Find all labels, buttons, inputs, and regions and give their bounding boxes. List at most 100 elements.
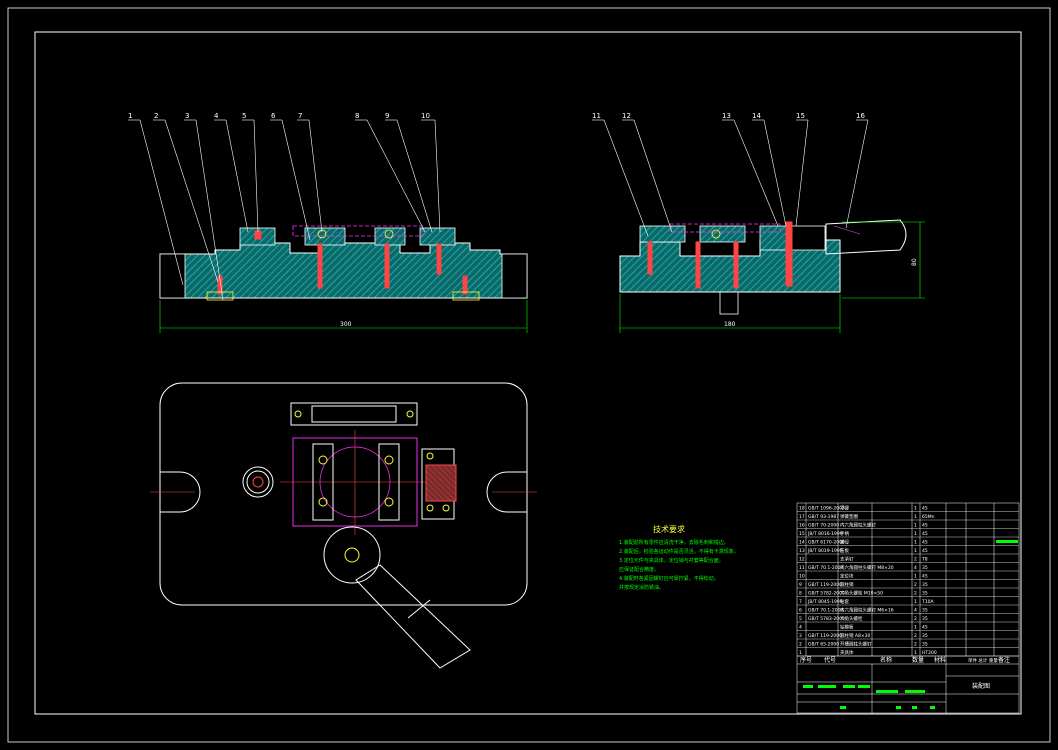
bom-cell-no: 2 — [799, 642, 802, 648]
bom-rows: 18 GB/T 1096-2003平键 1 4517 GB/T 93-1987 弹簧垫圈 1… — [797, 505, 1019, 657]
bom-cell-no: 10 — [799, 574, 805, 580]
bom-cell-no: 11 — [799, 565, 805, 571]
bom-cell-qty: 2 — [914, 642, 917, 648]
side-height-dim: 80 — [911, 258, 918, 266]
bom-cell-qty: 1 — [914, 523, 917, 529]
bom-cell-qty: 4 — [914, 565, 917, 571]
bom-cell-code: GB/T 119-2000 — [808, 582, 842, 588]
balloon-9: 9 — [385, 112, 389, 120]
bom-cell-qty: 4 — [914, 608, 917, 614]
bom-cell-mat: 45 — [922, 506, 928, 512]
bom-cell-mat: 35 — [922, 565, 928, 571]
bom-cell-no: 6 — [799, 608, 802, 614]
bom-header-row: 序号 代号 名称 数量 材料 单件 总计 重量 备注 — [800, 656, 1010, 664]
bom-cell-code: JB/T 8045-1999 — [807, 599, 843, 605]
bom-cell-mat: 45 — [922, 531, 928, 537]
side-balloons — [592, 119, 869, 237]
front-width-dim: 300 — [340, 321, 352, 328]
bom-cell-no: 17 — [799, 514, 805, 520]
bom-cell-no: 7 — [799, 599, 802, 605]
bom-cell-mat: 45 — [922, 540, 928, 546]
bom-header-no: 序号 — [800, 656, 812, 664]
bom-cell-name: 压板 — [840, 547, 849, 554]
side-width-dim: 180 — [724, 321, 736, 328]
bom-cell-qty: 2 — [914, 591, 917, 597]
bom-cell-no: 5 — [799, 616, 802, 622]
front-section-view: 300 — [159, 225, 528, 333]
bom-cell-code: GB/T 70-2000 — [808, 523, 839, 529]
bom-cell-qty: 1 — [914, 650, 917, 656]
bom-cell-no: 16 — [799, 523, 805, 529]
bom-cell-no: 14 — [799, 540, 805, 546]
bom-cell-name: 钻套 — [840, 598, 849, 605]
balloon-2: 2 — [154, 112, 158, 120]
tech-req-line-4: 应保证配合精度。 — [619, 566, 659, 573]
bom-cell-qty: 2 — [914, 557, 917, 563]
bom-cell-code: GB/T 70.1-2000 — [808, 608, 844, 614]
bom-cell-name: 圆柱销 — [840, 581, 854, 588]
bom-cell-qty: 1 — [914, 531, 917, 537]
technical-requirements: 技术要求 1.装配前所有零件应清洗干净，去除毛刺和锐边。 2.装配后，检验各运动… — [619, 524, 739, 591]
outer-border — [7, 7, 1051, 743]
bom-cell-name: 弹簧垫圈 — [840, 513, 858, 520]
bom-cell-qty: 1 — [914, 506, 917, 512]
bom-cell-name: 钻模板 — [840, 624, 854, 631]
bom-cell-no: 13 — [799, 548, 805, 554]
balloon-15: 15 — [796, 112, 805, 120]
tech-req-line-2: 2.装配后，检验各运动件是否灵活，不得有卡滞现象。 — [619, 548, 739, 555]
bom-cell-name: 圆柱销 A8×30 — [840, 632, 871, 639]
bom-cell-mat: 35 — [922, 633, 928, 639]
bom-cell-name: 平键 — [840, 505, 849, 512]
bom-cell-mat: 35 — [922, 591, 928, 597]
bom-cell-mat: 45 — [922, 625, 928, 631]
bom-cell-qty: 1 — [914, 540, 917, 546]
bom-cell-name: 内六角圆柱头螺钉 M8×20 — [840, 564, 894, 571]
bom-cell-code: GB/T 65-2000 — [808, 642, 839, 648]
bom-cell-mat: 35 — [922, 642, 928, 648]
bom-cell-qty: 1 — [914, 548, 917, 554]
side-balloon-labels: 11 12 13 14 15 16 — [592, 112, 865, 120]
balloon-5: 5 — [242, 112, 246, 120]
bom-cell-name: 夹具体 — [840, 649, 854, 656]
bom-cell-qty: 2 — [914, 582, 917, 588]
bom-cell-mat: 45 — [922, 548, 928, 554]
bom-cell-mat: T8 — [921, 557, 928, 563]
bom-cell-qty: 1 — [914, 599, 917, 605]
bom-cell-code: GB/T 119-2000 — [808, 633, 842, 639]
bom-header-name: 名称 — [880, 656, 892, 664]
bom-cell-code: JB/T 8016-1999 — [807, 531, 843, 537]
balloon-1: 1 — [128, 112, 132, 120]
balloon-14: 14 — [752, 112, 761, 120]
bom-cell-mat: 65Mn — [922, 514, 935, 520]
bom-cell-no: 8 — [799, 591, 802, 597]
bom-header-remark: 备注 — [998, 656, 1010, 664]
side-section-view: 180 80 — [619, 219, 925, 333]
balloon-16: 16 — [856, 112, 865, 120]
bom-cell-mat: T10A — [921, 599, 934, 605]
bom-cell-no: 18 — [799, 506, 805, 512]
balloon-11: 11 — [592, 112, 601, 120]
bom-cell-code: GB/T 70.1-2000 — [808, 565, 844, 571]
bom-header-weight: 单件 总计 重量 — [968, 657, 998, 664]
bom-cell-name: 内六角圆柱头螺钉 M6×16 — [840, 607, 894, 614]
bom-cell-name: 六角头螺栓 M10×50 — [840, 590, 883, 597]
bom-cell-name: 螺母 — [840, 539, 849, 546]
bom-cell-qty: 2 — [914, 633, 917, 639]
bom-cell-mat: 35 — [922, 608, 928, 614]
bom-cell-code: GB/T 93-1987 — [808, 514, 839, 520]
tech-req-line-1: 1.装配前所有零件应清洗干净，去除毛刺和锐边。 — [619, 539, 729, 546]
bom-cell-no: 3 — [799, 633, 802, 639]
bom-cell-no: 12 — [799, 557, 805, 563]
bom-cell-qty: 1 — [914, 514, 917, 520]
bom-cell-name: 手柄 — [840, 530, 849, 537]
bom-cell-mat: 35 — [922, 616, 928, 622]
bom-cell-no: 4 — [799, 625, 802, 631]
bom-cell-code: JB/T 8019-1999 — [807, 548, 843, 554]
bom-cell-no: 9 — [799, 582, 802, 588]
bom-cell-mat: 45 — [922, 574, 928, 580]
bom-header-mat: 材料 — [934, 656, 946, 664]
bom-cell-name: 内六角圆柱头螺钉 — [840, 522, 876, 529]
bom-header-qty: 数量 — [912, 656, 924, 664]
bom-cell-name: 定位块 — [840, 573, 854, 580]
tech-req-line-5: 4.装配时各紧固螺钉应可靠拧紧，不得松动， — [619, 575, 719, 582]
